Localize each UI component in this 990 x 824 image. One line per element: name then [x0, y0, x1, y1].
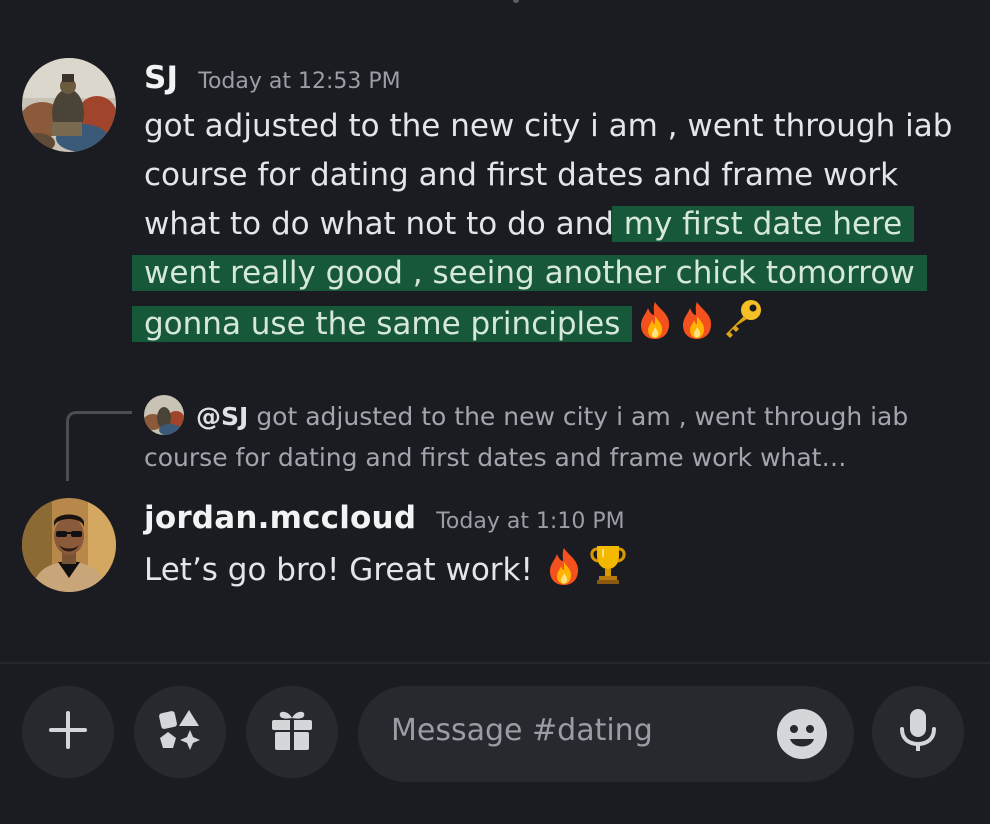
- microphone-icon: [896, 707, 940, 757]
- message-input-placeholder: Message #dating: [391, 713, 653, 748]
- avatar-jordan-mccloud[interactable]: [22, 498, 116, 592]
- reply-preview[interactable]: @SJ got adjusted to the new city i am , w…: [144, 396, 974, 478]
- avatar-sj[interactable]: [22, 58, 116, 152]
- fire-emoji-icon: [545, 546, 583, 601]
- gift-button[interactable]: [246, 686, 338, 778]
- username[interactable]: SJ: [144, 60, 178, 96]
- message-content: got adjusted to the new city i am , went…: [132, 102, 974, 355]
- message-input[interactable]: Message #dating: [358, 686, 854, 782]
- apps-button[interactable]: [134, 686, 226, 778]
- reply-preview-text: got adjusted to the new city i am , went…: [144, 402, 909, 472]
- username[interactable]: jordan.mccloud: [144, 500, 416, 536]
- message-text: Let’s go bro! Great work!: [144, 552, 533, 588]
- scroll-indicator: [513, 0, 519, 3]
- message-header-sj: SJ Today at 12:53 PM: [144, 60, 401, 96]
- message-content: Let’s go bro! Great work!: [144, 542, 974, 601]
- fire-emoji-icon: [678, 300, 716, 355]
- chat-messages: SJ Today at 12:53 PM got adjusted to the…: [0, 0, 990, 662]
- timestamp: Today at 1:10 PM: [436, 509, 625, 534]
- emoji-picker-icon[interactable]: [775, 707, 829, 761]
- timestamp: Today at 12:53 PM: [198, 69, 401, 94]
- voice-message-button[interactable]: [872, 686, 964, 778]
- gift-icon: [268, 706, 316, 758]
- apps-icon: [156, 706, 204, 758]
- reply-mention[interactable]: @SJ: [196, 402, 248, 431]
- message-composer: Message #dating: [0, 664, 990, 824]
- message-header-jordan: jordan.mccloud Today at 1:10 PM: [144, 500, 625, 536]
- fire-emoji-icon: [636, 300, 674, 355]
- trophy-emoji-icon: [587, 542, 629, 601]
- reply-connector: [66, 411, 132, 481]
- plus-icon: [45, 707, 91, 757]
- key-emoji-icon: [720, 298, 764, 355]
- add-attachment-button[interactable]: [22, 686, 114, 778]
